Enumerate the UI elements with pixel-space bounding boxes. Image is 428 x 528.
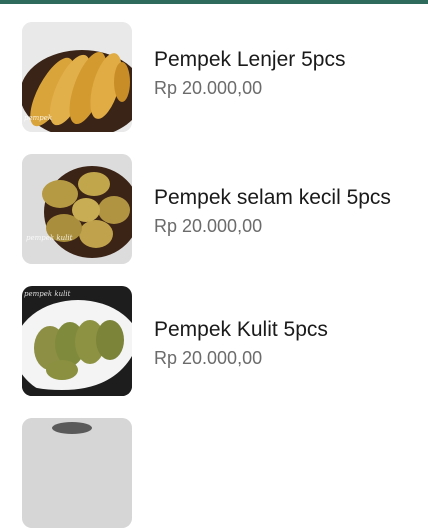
- product-item-kulit[interactable]: pempek kulit Pempek Kulit 5pcs Rp 20.000…: [0, 286, 428, 396]
- product-name: Pempek selam kecil 5pcs: [154, 186, 391, 209]
- product-price: Rp 20.000,00: [154, 348, 263, 368]
- product-image-partial[interactable]: [22, 418, 132, 528]
- product-image-selam-kecil[interactable]: pempek kulit: [22, 154, 132, 264]
- product-name: Pempek Lenjer 5pcs: [154, 48, 346, 71]
- product-name: Pempek Kulit 5pcs: [154, 318, 328, 341]
- product-price: Rp 20.000,00: [154, 216, 263, 236]
- product-list: pempek Pempek Lenjer 5pcs Rp 20.000,00 p…: [0, 0, 428, 528]
- product-item-lenjer[interactable]: pempek Pempek Lenjer 5pcs Rp 20.000,00: [0, 22, 428, 132]
- product-image-kulit[interactable]: pempek kulit: [22, 286, 132, 396]
- svg-text:pempek kulit: pempek kulit: [24, 290, 71, 298]
- product-item-selam-kecil[interactable]: pempek kulit Pempek selam kecil 5pcs Rp …: [0, 154, 428, 264]
- svg-text:pempek: pempek: [24, 114, 52, 122]
- svg-text:pempek kulit: pempek kulit: [26, 234, 73, 242]
- product-image-lenjer[interactable]: pempek: [22, 22, 132, 132]
- product-item-partial[interactable]: [0, 418, 428, 528]
- product-price: Rp 20.000,00: [154, 78, 263, 98]
